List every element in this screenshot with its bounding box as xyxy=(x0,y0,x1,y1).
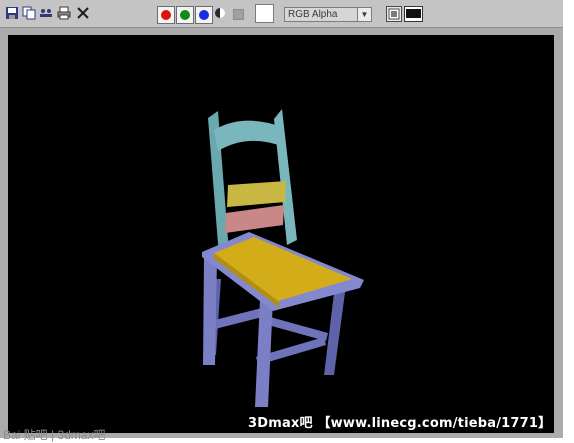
chair-back-slat-bottom xyxy=(225,205,284,233)
copy-icon[interactable] xyxy=(39,6,53,20)
clear-icon[interactable] xyxy=(76,6,90,20)
rendered-frame-window: RGB Alpha ▼ 3Dmax吧 【www.linecg.com/tieba… xyxy=(0,0,563,438)
monochrome-icon[interactable] xyxy=(233,9,244,20)
chevron-down-icon[interactable]: ▼ xyxy=(357,8,371,21)
chair-render xyxy=(202,109,364,407)
display-mode-dropdown[interactable]: RGB Alpha ▼ xyxy=(284,7,372,22)
print-icon[interactable] xyxy=(57,6,71,20)
red-channel-icon xyxy=(161,10,171,20)
render-viewport xyxy=(8,35,554,433)
clone-window-icon[interactable] xyxy=(22,6,36,20)
toolbar: RGB Alpha ▼ xyxy=(0,0,563,28)
display-mode-value: RGB Alpha xyxy=(288,9,338,20)
overlay-toggle-icon[interactable] xyxy=(386,6,402,22)
green-channel-button[interactable] xyxy=(176,6,194,24)
color-swatch[interactable] xyxy=(255,4,274,23)
blue-channel-icon xyxy=(199,10,209,20)
green-channel-icon xyxy=(180,10,190,20)
baidu-watermark: Bai 贴吧 | 3dmax吧 xyxy=(3,428,106,442)
chair-back-right-leg xyxy=(324,285,346,375)
red-channel-button[interactable] xyxy=(157,6,175,24)
save-image-icon[interactable] xyxy=(5,6,19,20)
chair-back-stretcher xyxy=(268,317,328,341)
chair-back-top-rail xyxy=(214,120,284,151)
frame-window-toggle-icon[interactable] xyxy=(404,6,423,22)
alpha-channel-icon[interactable] xyxy=(215,7,225,19)
blue-channel-button[interactable] xyxy=(195,6,213,24)
chair-back-slat-top xyxy=(227,181,286,207)
watermark-text: 3Dmax吧 【www.linecg.com/tieba/1771】 xyxy=(248,416,552,431)
chair-front-left-leg xyxy=(203,258,217,365)
